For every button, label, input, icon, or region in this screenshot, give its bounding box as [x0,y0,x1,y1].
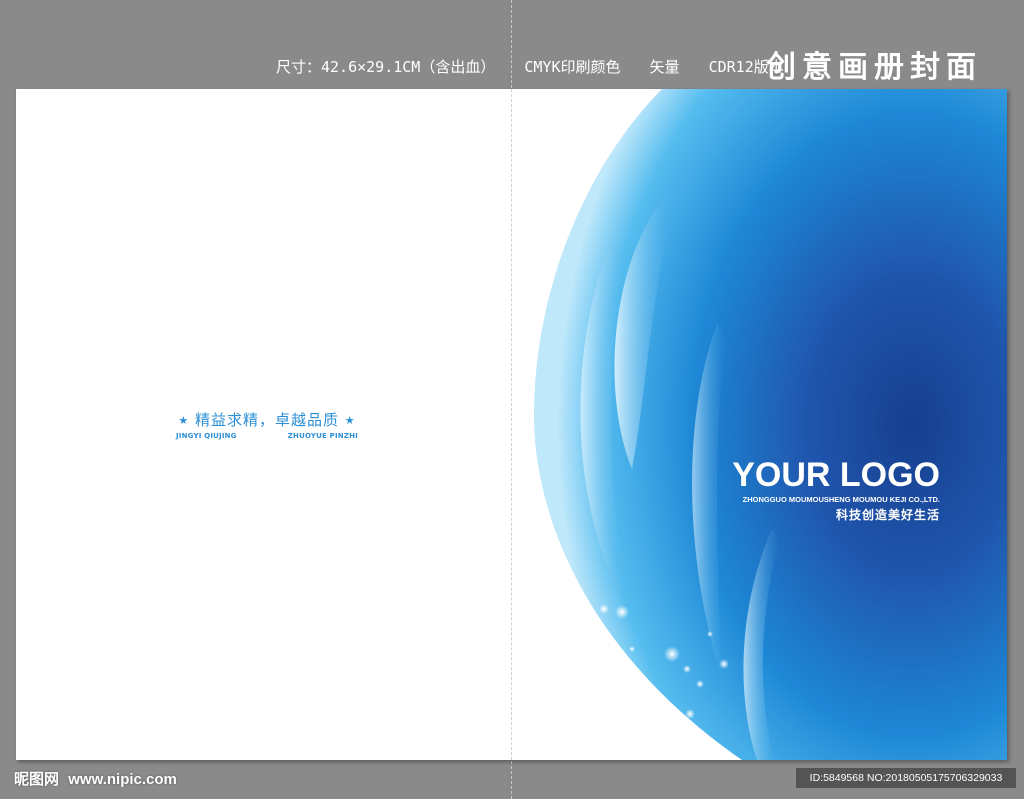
brochure-cover: ★ 精益求精，卓越品质 ★ JINGYI QIUJING ZHUOYUE PIN… [16,89,1007,760]
logo-title: YOUR LOGO [732,456,940,494]
logo-slogan: 科技创造美好生活 [835,508,940,522]
star-icon-right: ★ [344,414,356,427]
spec-line: 尺寸：42.6×29.1CM（含出血） CMYK印刷颜色 矢量 CDR12版本 [276,56,804,77]
slogan-text: 精益求精，卓越品质 [194,411,339,429]
front-cover-artwork [512,89,1007,760]
site-url: www.nipic.com [68,771,177,788]
site-watermark: 昵图网 www.nipic.com [14,768,177,789]
site-name: 昵图网 [14,770,60,788]
front-cover-logo: YOUR LOGO ZHONGGUO MOUMOUSHENG MOUMOU KE… [726,457,940,523]
slogan-pinyin-right: ZHUOYUE PINZHI [287,432,358,440]
slogan-chinese: ★ 精益求精，卓越品质 ★ [162,409,372,430]
back-cover-slogan: ★ 精益求精，卓越品质 ★ JINGYI QIUJING ZHUOYUE PIN… [162,409,372,440]
slogan-pinyin: JINGYI QIUJING ZHUOYUE PINZHI [176,432,358,440]
page-title: 创意画册封面 [766,50,982,85]
star-icon-left: ★ [178,414,190,427]
spec-format: 矢量 [649,58,680,76]
image-id-label: ID:5849568 NO:20180505175706329033 [796,768,1016,788]
company-name: ZHONGGUO MOUMOUSHENG MOUMOU KEJI CO.,LTD… [742,495,940,504]
slogan-pinyin-left: JINGYI QIUJING [176,432,237,440]
spec-color-mode: CMYK印刷颜色 [524,58,621,76]
spec-size: 尺寸：42.6×29.1CM（含出血） [276,58,496,76]
